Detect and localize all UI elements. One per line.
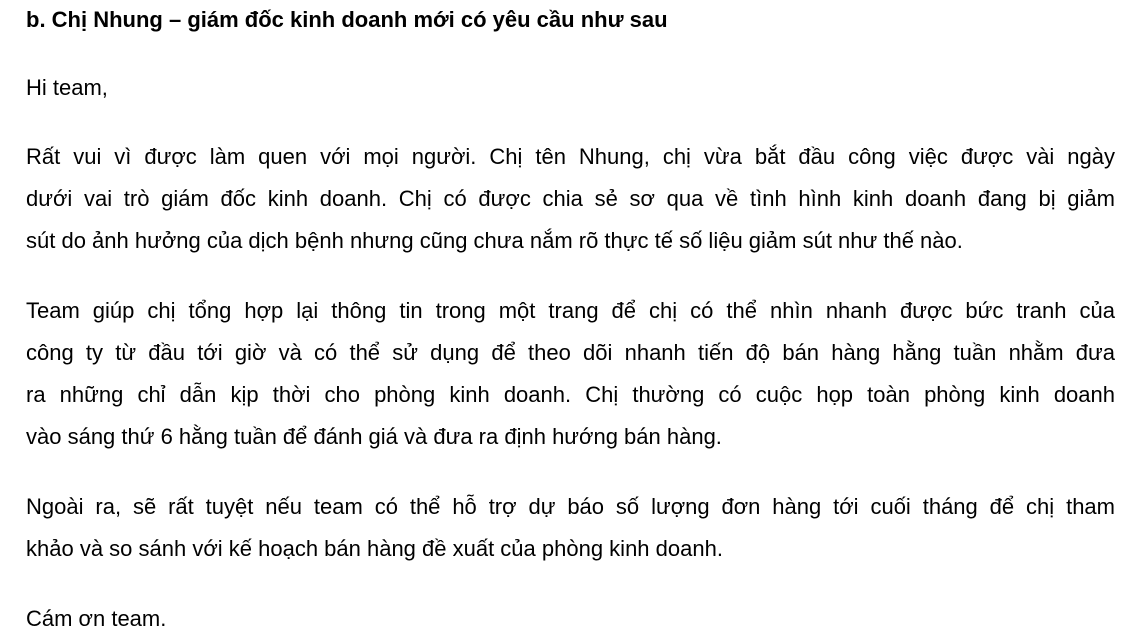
paragraph-line: dưới vai trò giám đốc kinh doanh. Chị có…: [26, 186, 1115, 211]
paragraph-line: ra những chỉ dẫn kịp thời cho phòng kinh…: [26, 382, 1115, 407]
greeting: Hi team,: [26, 75, 108, 100]
paragraph-line: vào sáng thứ 6 hằng tuần để đánh giá và …: [26, 424, 722, 449]
closing: Cám ơn team.: [26, 606, 167, 631]
paragraph-line: Team giúp chị tổng hợp lại thông tin tro…: [26, 298, 1115, 323]
paragraph-line: sút do ảnh hưởng của dịch bệnh nhưng cũn…: [26, 228, 963, 253]
paragraph-line: khảo và so sánh với kế hoạch bán hàng đề…: [26, 536, 723, 561]
paragraph-line: công ty từ đầu tới giờ và có thể sử dụng…: [26, 340, 1115, 365]
paragraph-line: Rất vui vì được làm quen với mọi người. …: [26, 144, 1115, 169]
section-heading: b. Chị Nhung – giám đốc kinh doanh mới c…: [26, 7, 668, 32]
paragraph-line: Ngoài ra, sẽ rất tuyệt nếu team có thể h…: [26, 494, 1115, 519]
